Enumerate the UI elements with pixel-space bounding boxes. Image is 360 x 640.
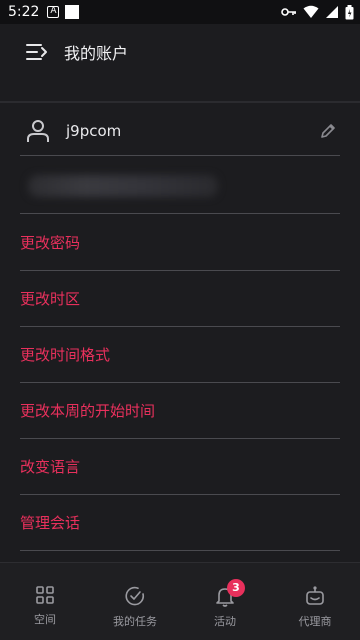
header-divider [0, 101, 360, 103]
app-bar: 我的账户 [0, 24, 360, 80]
menu-button[interactable] [22, 40, 52, 64]
user-icon [27, 119, 49, 142]
nav-label: 代理商 [298, 615, 332, 628]
change-timezone-item[interactable]: 更改时区 [20, 271, 340, 327]
profile-row: j9pcom [20, 106, 340, 156]
manage-sessions-item[interactable]: 管理会话 [20, 495, 340, 551]
nav-spaces[interactable]: 空间 [5, 563, 85, 627]
status-bar: 5:22 A [0, 0, 360, 24]
grid-icon [36, 586, 54, 604]
battery-icon [345, 4, 354, 19]
change-time-format-item[interactable]: 更改时间格式 [20, 327, 340, 383]
wifi-icon [303, 5, 319, 18]
nav-label: 我的任务 [113, 615, 157, 628]
bottom-nav: 空间 我的任务 3 活动 代理商 [0, 562, 360, 640]
nav-activity[interactable]: 3 活动 [185, 563, 265, 629]
change-password-item[interactable]: 更改密码 [20, 215, 340, 271]
pencil-icon[interactable] [318, 121, 338, 141]
signal-icon [326, 6, 338, 18]
nav-my-tasks[interactable]: 我的任务 [95, 563, 175, 629]
activity-badge: 3 [227, 579, 245, 597]
nav-agents[interactable]: 代理商 [275, 563, 355, 629]
status-time: 5:22 [8, 4, 40, 20]
blurred-email-row [20, 158, 340, 214]
check-circle-icon [125, 586, 145, 606]
notification-a-icon: A [47, 6, 60, 18]
robot-icon [306, 586, 324, 605]
redacted-info [28, 174, 218, 197]
menu-collapse-icon [26, 44, 47, 60]
page-title: 我的账户 [64, 44, 129, 63]
key-icon [281, 8, 296, 16]
nav-label: 空间 [34, 613, 56, 626]
username: j9pcom [66, 121, 122, 140]
account-menu: 更改密码 更改时区 更改时间格式 更改本周的开始时间 改变语言 管理会话 [20, 215, 340, 551]
change-week-start-item[interactable]: 更改本周的开始时间 [20, 383, 340, 439]
notification-square-icon [65, 5, 80, 19]
nav-label: 活动 [214, 615, 236, 628]
status-icons [281, 4, 354, 20]
change-language-item[interactable]: 改变语言 [20, 439, 340, 495]
